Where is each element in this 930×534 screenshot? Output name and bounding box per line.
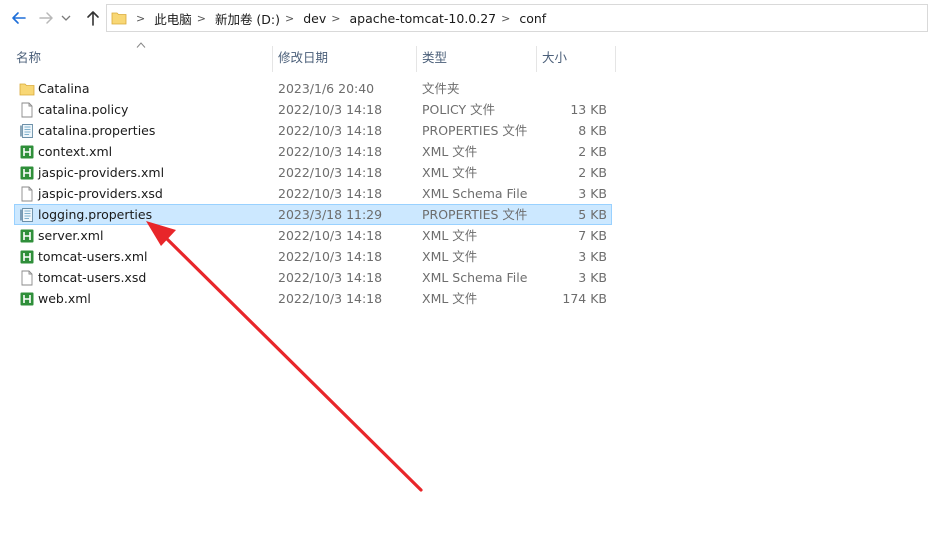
file-date: 2023/3/18 11:29 (278, 207, 383, 222)
xml-file-icon (20, 145, 34, 159)
properties-file-icon (20, 124, 33, 138)
file-icon (21, 102, 33, 118)
properties-file-icon (20, 208, 33, 222)
file-type: XML Schema File (422, 270, 528, 285)
xml-file-icon (20, 292, 34, 306)
file-row[interactable]: jaspic-providers.xml 2022/10/3 14:18 XML 文… (14, 162, 612, 183)
column-headers: 名称 修改日期 类型 大小 (0, 44, 930, 72)
file-name: server.xml (38, 228, 104, 243)
file-row[interactable]: context.xml 2022/10/3 14:18 XML 文件 2 KB (14, 141, 612, 162)
file-name: logging.properties (38, 207, 153, 222)
file-type: XML Schema File (422, 186, 528, 201)
file-date: 2022/10/3 14:18 (278, 165, 383, 180)
file-row[interactable]: jaspic-providers.xsd 2022/10/3 14:18 XML S… (14, 183, 612, 204)
chevron-right-icon[interactable]: > (331, 12, 340, 25)
file-size: 2 KB (578, 144, 607, 159)
file-type: XML 文件 (422, 249, 478, 264)
file-type: XML 文件 (422, 144, 478, 159)
file-size: 3 KB (578, 270, 607, 285)
arrow-right-icon (39, 12, 53, 24)
file-row[interactable]: tomcat-users.xsd 2022/10/3 14:18 XML Schem… (14, 267, 612, 288)
file-date: 2022/10/3 14:18 (278, 249, 383, 264)
arrow-up-icon (87, 11, 99, 26)
recent-locations-button[interactable] (60, 10, 72, 26)
file-type: XML 文件 (422, 165, 478, 180)
file-size: 3 KB (578, 249, 607, 264)
xml-file-icon (20, 229, 34, 243)
xml-file-icon (20, 250, 34, 264)
chevron-right-icon[interactable]: > (501, 12, 510, 25)
breadcrumb-conf[interactable]: conf (519, 11, 546, 26)
up-button[interactable] (83, 8, 103, 28)
file-type: XML 文件 (422, 228, 478, 243)
folder-icon (111, 12, 127, 25)
file-row[interactable]: web.xml 2022/10/3 14:18 XML 文件 174 KB (14, 288, 612, 309)
file-type: XML 文件 (422, 291, 478, 306)
file-name: jaspic-providers.xsd (38, 186, 163, 201)
chevron-right-icon[interactable]: > (197, 12, 206, 25)
file-name: Catalina (38, 81, 90, 96)
file-type: PROPERTIES 文件 (422, 123, 528, 138)
breadcrumb-tomcat[interactable]: apache-tomcat-10.0.27 (350, 11, 497, 26)
file-icon (21, 270, 33, 286)
navigation-bar: > 此电脑 > 新加卷 (D:) > dev > apache-tomcat-1… (0, 0, 930, 38)
column-divider[interactable] (615, 46, 616, 72)
file-name: tomcat-users.xsd (38, 270, 147, 285)
file-size: 5 KB (578, 207, 607, 222)
file-row[interactable]: tomcat-users.xml 2022/10/3 14:18 XML 文件 3 K… (14, 246, 612, 267)
address-bar[interactable]: > 此电脑 > 新加卷 (D:) > dev > apache-tomcat-1… (106, 4, 928, 32)
chevron-right-icon[interactable]: > (285, 12, 294, 25)
file-type: 文件夹 (422, 81, 460, 96)
column-header-name[interactable]: 名称 (10, 44, 272, 72)
column-header-type[interactable]: 类型 (416, 44, 536, 72)
file-row[interactable]: catalina.policy 2022/10/3 14:18 POLICY 文件 1… (14, 99, 612, 120)
back-button[interactable] (9, 8, 29, 28)
file-row[interactable]: server.xml 2022/10/3 14:18 XML 文件 7 KB (14, 225, 612, 246)
forward-button[interactable] (36, 8, 56, 28)
file-date: 2023/1/6 20:40 (278, 81, 375, 96)
file-row[interactable]: Catalina 2023/1/6 20:40 文件夹 (14, 78, 612, 99)
breadcrumb-dev[interactable]: dev (303, 11, 326, 26)
file-size: 3 KB (578, 186, 607, 201)
file-icon (21, 186, 33, 202)
breadcrumb-this-pc[interactable]: 此电脑 (154, 9, 192, 28)
file-date: 2022/10/3 14:18 (278, 123, 383, 138)
file-name: jaspic-providers.xml (38, 165, 165, 180)
arrow-left-icon (12, 12, 26, 24)
breadcrumb: > 此电脑 > 新加卷 (D:) > dev > apache-tomcat-1… (131, 5, 546, 31)
file-date: 2022/10/3 14:18 (278, 228, 383, 243)
file-name: catalina.policy (38, 102, 129, 117)
breadcrumb-drive-d[interactable]: 新加卷 (D:) (215, 9, 280, 28)
file-size: 7 KB (578, 228, 607, 243)
file-row[interactable]: catalina.properties 2022/10/3 14:18 PROPER… (14, 120, 612, 141)
file-row[interactable]: logging.properties 2023/3/18 11:29 PROPERT… (14, 204, 612, 225)
file-name: catalina.properties (38, 123, 156, 138)
file-name: context.xml (38, 144, 113, 159)
file-date: 2022/10/3 14:18 (278, 144, 383, 159)
file-type: PROPERTIES 文件 (422, 207, 528, 222)
file-date: 2022/10/3 14:18 (278, 102, 383, 117)
file-size: 2 KB (578, 165, 607, 180)
file-date: 2022/10/3 14:18 (278, 291, 383, 306)
chevron-right-icon[interactable]: > (136, 12, 145, 25)
file-date: 2022/10/3 14:18 (278, 270, 383, 285)
folder-icon (19, 83, 35, 96)
xml-file-icon (20, 166, 34, 180)
column-header-date[interactable]: 修改日期 (272, 44, 416, 72)
file-date: 2022/10/3 14:18 (278, 186, 383, 201)
file-size: 13 KB (570, 102, 607, 117)
file-name: tomcat-users.xml (38, 249, 148, 264)
file-size: 8 KB (578, 123, 607, 138)
column-header-size[interactable]: 大小 (536, 44, 616, 72)
file-size: 174 KB (562, 291, 607, 306)
chevron-down-icon (61, 15, 71, 21)
file-name: web.xml (38, 291, 91, 306)
file-type: POLICY 文件 (422, 102, 496, 117)
